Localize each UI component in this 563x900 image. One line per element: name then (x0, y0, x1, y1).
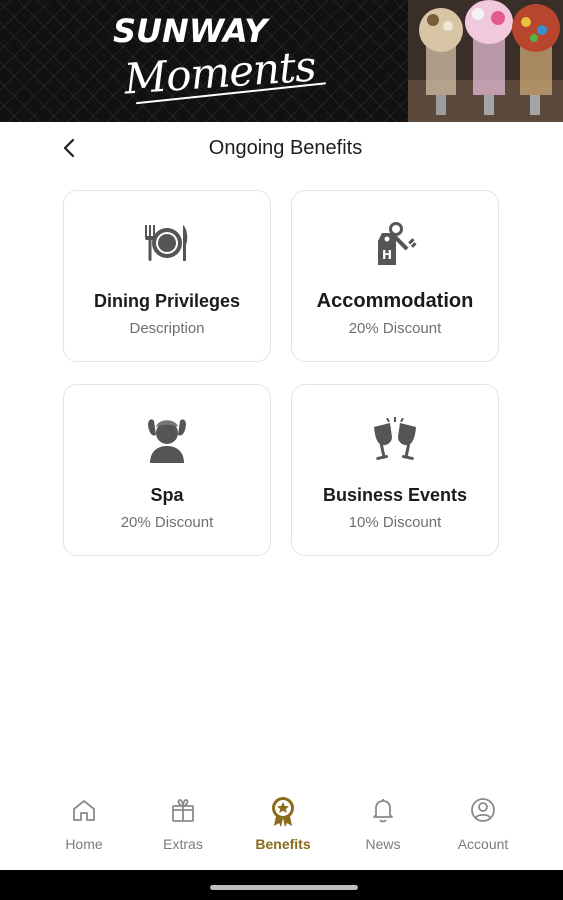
card-title: Accommodation (316, 290, 474, 312)
card-title: Spa (150, 485, 184, 505)
card-subtitle: 20% Discount (348, 320, 442, 337)
bottom-nav: Home Extras Benefits News Account (0, 780, 563, 870)
gift-icon (172, 799, 194, 822)
page-title: Ongoing Benefits (208, 137, 363, 159)
nav-item-extras[interactable]: Extras (133, 796, 233, 860)
home-icon (73, 800, 95, 821)
card-title: Business Events (322, 485, 468, 505)
nav-item-news[interactable]: News (333, 796, 433, 860)
hotel-key-icon: H (292, 221, 498, 271)
spa-person-icon (64, 415, 270, 465)
nav-label: Home (65, 836, 103, 852)
dining-plate-icon (64, 221, 270, 271)
promo-banner: SUNWAY Moments (0, 0, 563, 122)
bell-icon (373, 799, 393, 823)
nav-label: Benefits (255, 836, 311, 852)
nav-label: News (365, 836, 401, 852)
card-subtitle: 20% Discount (120, 514, 214, 531)
card-subtitle: Description (129, 320, 205, 337)
champagne-toast-icon (292, 415, 498, 465)
benefit-card-business-events[interactable]: Business Events 10% Discount (291, 384, 499, 556)
system-navigation-bar (0, 870, 563, 900)
page-header: Ongoing Benefits (0, 122, 563, 178)
card-subtitle: 10% Discount (348, 514, 442, 531)
home-gesture-handle[interactable] (210, 885, 358, 890)
svg-text:H: H (382, 248, 392, 262)
nav-item-account[interactable]: Account (433, 796, 533, 860)
milkshake-photo (408, 0, 563, 122)
card-title: Dining Privileges (93, 291, 241, 311)
nav-label: Extras (163, 836, 203, 852)
award-badge-icon (272, 797, 294, 827)
nav-label: Account (457, 836, 509, 852)
brand-logo-sunway: SUNWAY (113, 12, 268, 50)
benefit-card-accommodation[interactable]: H Accommodation 20% Discount (291, 190, 499, 362)
brand-logo-moments: Moments (122, 41, 317, 104)
user-circle-icon (471, 798, 495, 822)
nav-item-home[interactable]: Home (34, 796, 134, 860)
benefit-card-dining[interactable]: Dining Privileges Description (63, 190, 271, 362)
nav-item-benefits[interactable]: Benefits (233, 796, 333, 860)
benefit-card-spa[interactable]: Spa 20% Discount (63, 384, 271, 556)
